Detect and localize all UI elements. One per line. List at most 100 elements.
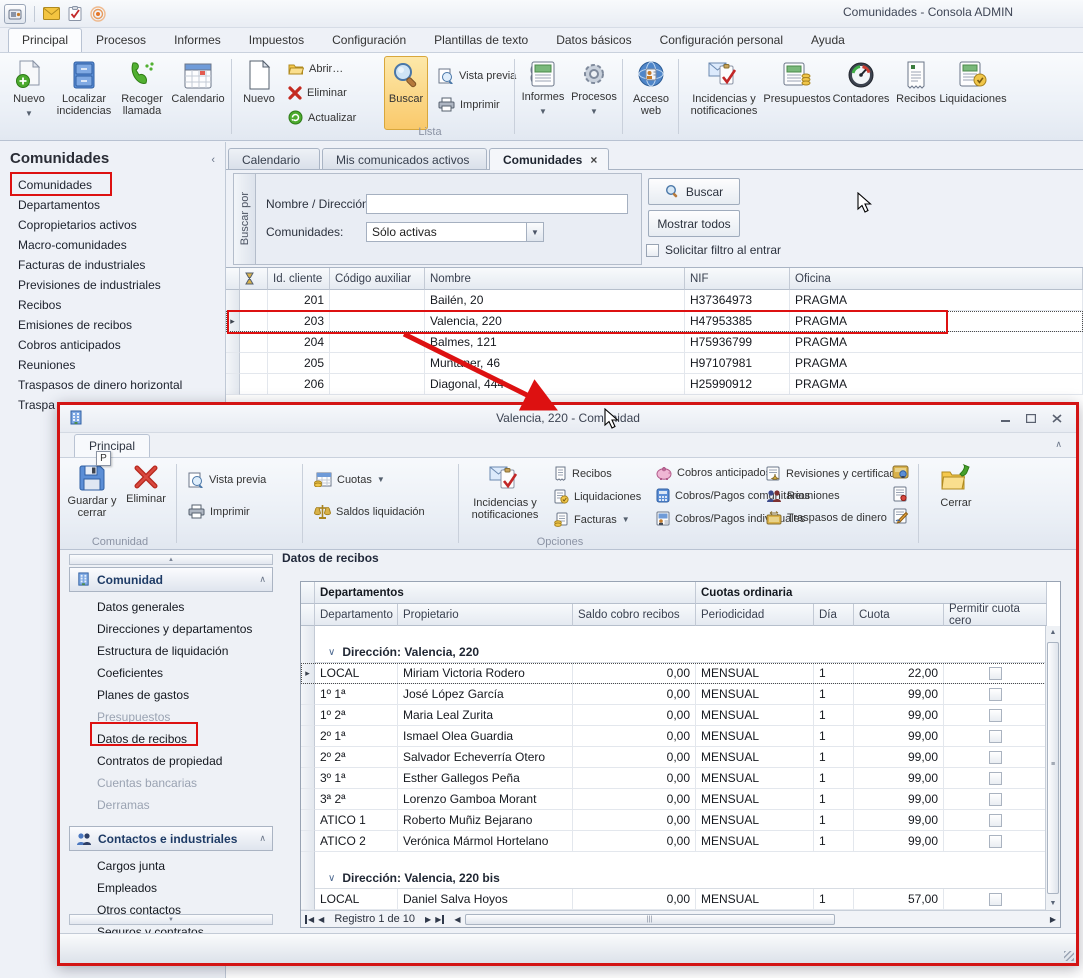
nav-item-datos-de-recibos[interactable]: Datos de recibos [97, 732, 187, 746]
receipt-row[interactable]: 2º 1ªIsmael Olea Guardia0,00MENSUAL199,0… [301, 726, 1060, 747]
chevron-up-icon[interactable]: ∧ [259, 833, 266, 844]
cuota-cero-checkbox[interactable] [989, 709, 1002, 722]
app-logo-icon[interactable] [4, 4, 26, 24]
column-header-cuota[interactable]: Cuota [854, 604, 944, 626]
receipt-row[interactable]: ATICO 1Roberto Muñiz Bejarano0,00MENSUAL… [301, 810, 1060, 831]
receipt-row[interactable]: LOCALDaniel Salva Hoyos0,00MENSUAL157,00 [301, 889, 1060, 910]
group-row-0[interactable]: ∨Dirección: Valencia, 220 [301, 642, 1060, 663]
scroll-down-icon[interactable]: ▼ [1046, 900, 1060, 907]
pick-call-button[interactable]: Recoger llamada [116, 57, 168, 127]
save-close-button[interactable]: Guardar y cerrar [66, 461, 118, 533]
nav-item-contratos-de-propiedad[interactable]: Contratos de propiedad [97, 754, 222, 768]
sidebar-item-11[interactable]: Traspa [18, 398, 55, 412]
sidebar-item-9[interactable]: Reuniones [18, 358, 75, 372]
nav-item-estructura-de-liquidaci-n[interactable]: Estructura de liquidación [97, 644, 228, 658]
ribbon-collapse-icon[interactable]: ∧ [1055, 439, 1062, 450]
signature-doc-icon[interactable] [892, 508, 909, 524]
sidebar-item-10[interactable]: Traspasos de dinero horizontal [18, 378, 182, 392]
locate-incidents-button[interactable]: Localizar incidencias [54, 57, 114, 127]
grid-column-header-nombre[interactable]: Nombre [425, 268, 685, 290]
saldos-liquidacion-button[interactable]: Saldos liquidación [314, 504, 425, 520]
community-row-203[interactable]: ▸203Valencia, 220H47953385PRAGMA [226, 311, 1083, 332]
sidebar-item-5[interactable]: Previsiones de industriales [18, 278, 161, 292]
communities-filter-select[interactable]: Sólo activas ▼ [366, 222, 544, 242]
grid-column-header-nif[interactable]: NIF [685, 268, 790, 290]
cuota-cero-checkbox[interactable] [989, 751, 1002, 764]
receipts-button[interactable]: Recibos [894, 57, 938, 127]
minimize-button[interactable] [992, 410, 1018, 427]
menu-tab-principal[interactable]: Principal [8, 28, 82, 52]
first-record-icon[interactable]: ◀ [305, 915, 314, 924]
receipt-row[interactable]: 1º 1ªJosé López García0,00MENSUAL199,00 [301, 684, 1060, 705]
receipt-row[interactable]: 3ª 2ªLorenzo Gamboa Morant0,00MENSUAL199… [301, 789, 1060, 810]
cuota-cero-checkbox[interactable] [989, 667, 1002, 680]
nav-item-derramas[interactable]: Derramas [97, 798, 150, 812]
cuota-cero-checkbox[interactable] [989, 730, 1002, 743]
sidebar-item-1[interactable]: Departamentos [18, 198, 100, 212]
counters-button[interactable]: Contadores [832, 57, 890, 127]
close-tab-icon[interactable]: × [590, 153, 597, 167]
grid-column-header-oficina[interactable]: Oficina [790, 268, 1083, 290]
next-record-icon[interactable]: ▶ [425, 915, 431, 924]
menu-tab-impuestos[interactable]: Impuestos [235, 28, 318, 52]
calendar-button[interactable]: Calendario [170, 57, 226, 127]
menu-tab-procesos[interactable]: Procesos [82, 28, 160, 52]
nav-item-datos-generales[interactable]: Datos generales [97, 600, 184, 614]
collapse-group-icon[interactable]: ∨ [328, 647, 335, 658]
dialog-incidents-button[interactable]: Incidencias y notificaciones [464, 461, 546, 533]
doc-tab-comunidades[interactable]: Comunidades× [489, 148, 609, 170]
menu-tab-datos-b-sicos[interactable]: Datos básicos [542, 28, 645, 52]
print-button[interactable]: Imprimir [438, 97, 500, 112]
receipt-row[interactable]: ATICO 2Verónica Mármol Hortelano0,00MENS… [301, 831, 1060, 852]
cuota-cero-checkbox[interactable] [989, 814, 1002, 827]
name-filter-input[interactable] [366, 194, 628, 214]
option-button-revisiones-y-certificados[interactable]: Revisiones y certificados [766, 466, 907, 481]
community-row-201[interactable]: 201Bailén, 20H37364973PRAGMA [226, 290, 1083, 311]
filter-on-open-checkbox[interactable] [646, 244, 659, 257]
cuota-cero-checkbox[interactable] [989, 893, 1002, 906]
sidebar-item-7[interactable]: Emisiones de recibos [18, 318, 132, 332]
sidebar-item-0[interactable]: Comunidades [18, 178, 92, 192]
sidebar-item-2[interactable]: Copropietarios activos [18, 218, 137, 232]
dialog-tab-principal[interactable]: Principal [74, 434, 150, 457]
option-button-traspasos-de-dinero[interactable]: Traspasos de dinero [766, 511, 907, 525]
chevron-down-icon[interactable]: ▼ [526, 223, 543, 241]
nav-item-cuentas-bancarias[interactable]: Cuentas bancarias [97, 776, 197, 790]
nav-splitter-top[interactable]: ▲ [69, 554, 273, 565]
sidebar-item-8[interactable]: Cobros anticipados [18, 338, 121, 352]
menu-tab-plantillas-de-texto[interactable]: Plantillas de texto [420, 28, 542, 52]
receipt-row[interactable]: ▸LOCALMiriam Victoria Rodero0,00MENSUAL1… [301, 663, 1060, 684]
archive-box-icon[interactable] [892, 464, 909, 480]
search-button[interactable]: Buscar [384, 56, 428, 130]
sidebar-collapse-icon[interactable]: ‹ [211, 154, 215, 166]
reports-button[interactable]: Informes▼ [518, 57, 568, 127]
new-button[interactable]: Nuevo▼ [6, 57, 52, 127]
group-row-1[interactable]: ∨Dirección: Valencia, 220 bis [301, 868, 1060, 889]
column-header-saldo-cobro-recibos[interactable]: Saldo cobro recibos [573, 604, 696, 626]
certificate-icon[interactable] [892, 486, 909, 502]
preview-button[interactable]: Vista previa [438, 68, 516, 84]
menu-tab-configuraci-n-personal[interactable]: Configuración personal [646, 28, 797, 52]
budgets-button[interactable]: Presupuestos [766, 57, 828, 127]
hscroll-right-icon[interactable]: ▶ [1050, 915, 1056, 924]
dialog-titlebar[interactable]: Valencia, 220 - Comunidad [60, 405, 1076, 433]
grid-column-header-id-cliente[interactable]: Id. cliente [268, 268, 330, 290]
processes-button[interactable]: Procesos▼ [570, 57, 618, 127]
resize-grip[interactable] [1064, 951, 1074, 961]
filter-on-open-option[interactable]: Solicitar filtro al entrar [646, 243, 781, 257]
column-header-periodicidad[interactable]: Periodicidad [696, 604, 814, 626]
option-button-liquidaciones[interactable]: Liquidaciones [554, 489, 641, 504]
receipt-row[interactable]: 3º 1ªEsther Gallegos Peña0,00MENSUAL199,… [301, 768, 1060, 789]
sidebar-item-4[interactable]: Facturas de industriales [18, 258, 145, 272]
sidebar-item-3[interactable]: Macro-comunidades [18, 238, 127, 252]
prev-record-icon[interactable]: ◀ [318, 915, 324, 924]
cuota-cero-checkbox[interactable] [989, 835, 1002, 848]
search-action-button[interactable]: Buscar [648, 178, 740, 205]
cuotas-button[interactable]: Cuotas▼ [314, 472, 385, 487]
option-button-recibos[interactable]: Recibos [554, 466, 641, 481]
refresh-button[interactable]: Actualizar [288, 110, 356, 125]
hscrollbar-thumb[interactable]: ||| [465, 914, 835, 925]
vertical-scrollbar[interactable]: ▲ ≡ ▼ [1045, 626, 1060, 910]
column-header-permitir-cuota-cero[interactable]: Permitir cuota cero [944, 604, 1047, 626]
column-header-departamento[interactable]: Departamento [315, 604, 398, 626]
